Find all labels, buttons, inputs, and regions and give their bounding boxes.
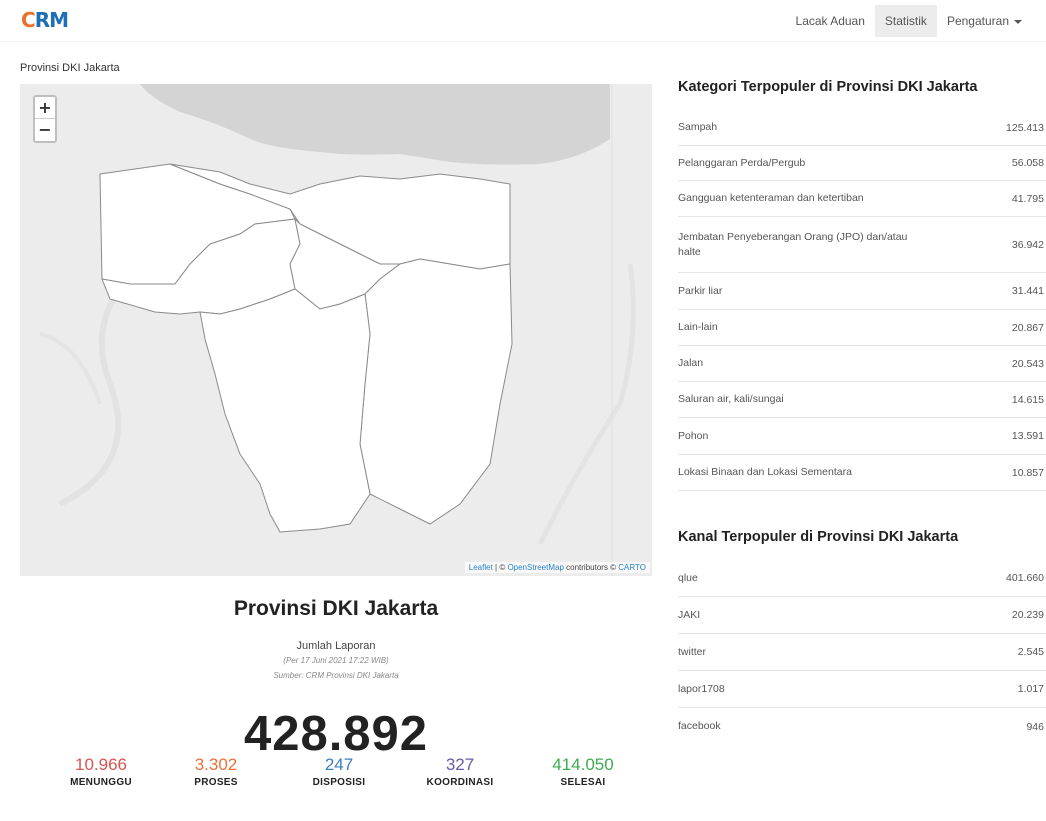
stat-proses: 3.302 PROSES [161, 755, 271, 788]
row-name: Sampah [678, 121, 718, 133]
table-row: twitter 2.545 [678, 634, 1046, 671]
row-value: 20.543 [1011, 357, 1044, 370]
row-value: 10.857 [1011, 466, 1044, 479]
table-row: Jembatan Penyeberangan Orang (JPO) dan/a… [678, 217, 1046, 273]
nav-lacak-aduan[interactable]: Lacak Aduan [786, 5, 875, 37]
row-value: 14.615 [1011, 393, 1044, 406]
row-value: 2.545 [1017, 646, 1044, 658]
stat-label: MENUNGGU [70, 777, 132, 788]
map-view[interactable]: + − Leaflet | © OpenStreetMap contributo… [20, 84, 652, 576]
table-row: Pohon 13.591 [678, 418, 1046, 455]
province-title: Provinsi DKI Jakarta [233, 597, 439, 620]
row-name: JAKI [678, 608, 701, 621]
row-name: qlue [678, 571, 698, 584]
stat-selesai: 414.050 SELESAI [528, 755, 638, 788]
row-value: 36.942 [1011, 238, 1044, 251]
attribution-mid: contributors © [563, 563, 619, 572]
osm-link[interactable]: OpenStreetMap [507, 563, 563, 572]
kategori-table: Sampah 125.413 Pelanggaran Perda/Pergub 56… [678, 110, 1046, 491]
table-row: qlue 401.660 [678, 560, 1046, 597]
stat-koordinasi: 327 KOORDINASI [405, 755, 515, 788]
stat-value: 247 [324, 755, 354, 774]
row-name: twitter [678, 645, 707, 658]
row-name: Jalan [678, 357, 704, 369]
total-reports: 428.892 [243, 707, 429, 761]
table-row: JAKI 20.239 [678, 597, 1046, 634]
nav-menu: Lacak Aduan Statistik Pengaturan [786, 5, 1032, 37]
kanal-title: Kanal Terpopuler di Provinsi DKI Jakarta [678, 529, 959, 545]
table-row: Saluran air, kali/sungai 14.615 [678, 382, 1046, 418]
leaflet-link[interactable]: Leaflet [469, 563, 493, 572]
row-value: 56.058 [1011, 157, 1044, 169]
kategori-title: Kategori Terpopuler di Provinsi DKI Jaka… [678, 79, 978, 95]
row-name: Pohon [678, 429, 709, 442]
row-name: Pelanggaran Perda/Pergub [678, 156, 806, 169]
row-name: lapor1708 [678, 682, 725, 695]
zoom-control: + − [33, 95, 57, 143]
row-value: 125.413 [1006, 121, 1044, 134]
row-value: 20.239 [1011, 609, 1044, 621]
stat-value: 327 [445, 755, 475, 774]
stat-label: PROSES [194, 777, 238, 788]
crm-logo[interactable]: C RM [21, 8, 69, 32]
stat-value: 414.050 [552, 755, 614, 774]
table-row: Lokasi Binaan dan Lokasi Sementara 10.857 [678, 455, 1046, 491]
nav-statistik[interactable]: Statistik [874, 5, 937, 37]
zoom-in-button[interactable]: + [35, 97, 55, 119]
per-date-note: (Per 17 Juni 2021 17:22 WIB) [283, 656, 389, 665]
row-name: Lokasi Binaan dan Lokasi Sementara [678, 466, 852, 478]
row-name: Parkir liar [678, 284, 723, 297]
row-name: Saluran air, kali/sungai [678, 393, 784, 405]
table-row: Parkir liar 31.441 [678, 273, 1046, 310]
row-value: 401.660 [1006, 572, 1044, 584]
row-value: 20.867 [1011, 321, 1044, 334]
carto-link[interactable]: CARTO [618, 563, 646, 572]
stat-menunggu: 10.966 MENUNGGU [46, 755, 156, 788]
row-value: 31.441 [1011, 285, 1044, 297]
row-value: 41.795 [1011, 192, 1044, 205]
stat-value: 3.302 [194, 755, 238, 774]
table-row: Pelanggaran Perda/Pergub 56.058 [678, 146, 1046, 181]
row-value: 13.591 [1011, 430, 1044, 442]
map-tiles [20, 84, 652, 576]
nav-pengaturan[interactable]: Pengaturan [937, 5, 1032, 37]
stat-label: DISPOSISI [312, 777, 366, 788]
row-name: Jembatan Penyeberangan Orang (JPO) dan/a… [678, 230, 908, 258]
table-row: lapor1708 1.017 [678, 671, 1046, 708]
attribution-sep: | © [492, 563, 508, 572]
row-name: facebook [678, 720, 721, 732]
jumlah-laporan-label: Jumlah Laporan [296, 640, 376, 652]
kanal-table: qlue 401.660 JAKI 20.239 twitter 2.545 lapo… [678, 560, 1046, 745]
stat-value: 10.966 [75, 755, 127, 774]
stat-label: SELESAI [560, 777, 606, 788]
table-row: facebook 946 [678, 708, 1046, 745]
table-row: Sampah 125.413 [678, 110, 1046, 146]
row-name: Gangguan ketenteraman dan ketertiban [678, 192, 864, 204]
logo-rm: RM [34, 8, 69, 32]
table-row: Lain-lain 20.867 [678, 310, 1046, 346]
map-attribution: Leaflet | © OpenStreetMap contributors ©… [464, 562, 650, 573]
row-value: 946 [1026, 720, 1044, 733]
table-row: Gangguan ketenteraman dan ketertiban 41.7… [678, 181, 1046, 217]
logo-c: C [21, 8, 36, 32]
stat-label: KOORDINASI [426, 777, 494, 788]
top-navbar: C RM Lacak Aduan Statistik Pengaturan [0, 0, 1046, 42]
region-label: Provinsi DKI Jakarta [20, 62, 120, 74]
table-row: Jalan 20.543 [678, 346, 1046, 382]
row-name: Lain-lain [678, 321, 718, 333]
nav-pengaturan-label: Pengaturan [946, 14, 1009, 28]
row-value: 1.017 [1017, 683, 1044, 695]
source-note: Sumber: CRM Provinsi DKI Jakarta [273, 671, 399, 680]
zoom-out-button[interactable]: − [35, 119, 55, 141]
caret-down-icon [1014, 19, 1022, 24]
stat-disposisi: 247 DISPOSISI [284, 755, 394, 788]
